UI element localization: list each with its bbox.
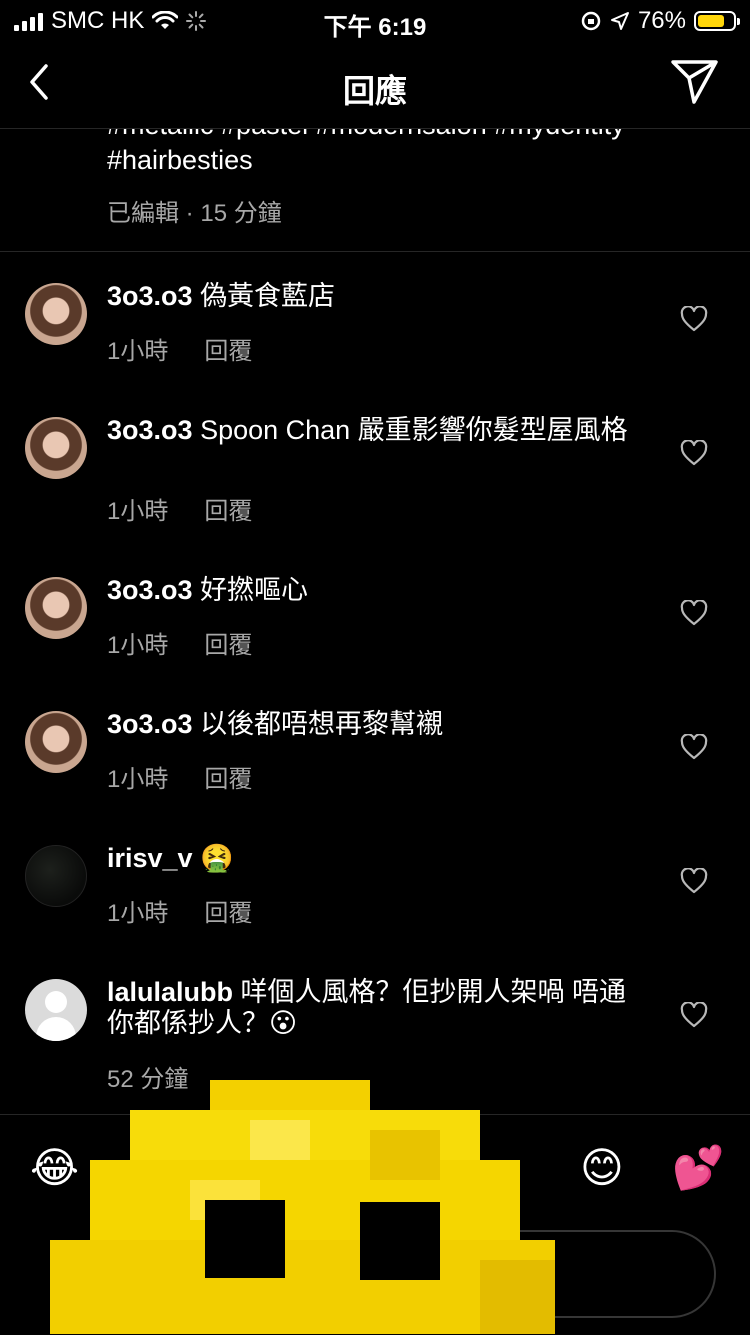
comment-time: 1小時 [107,900,169,927]
reply-button[interactable]: 回覆 [204,331,252,366]
status-bar: SMC HK 下午 6:19 76% [0,0,750,44]
battery-percent: 76% [637,7,686,34]
heart-icon[interactable] [680,734,708,760]
comment-time: 1小時 [107,338,169,365]
comment-text: 偽黃食藍店 [200,281,336,311]
battery-level [698,15,724,27]
comment-time: 1小時 [107,632,169,659]
comment-username[interactable]: 3o3.o3 [107,415,193,445]
heart-icon[interactable] [680,306,708,332]
avatar[interactable] [25,417,87,479]
nav-bar: 回應 [0,44,750,129]
pixelated-emoji-overlay [50,1080,555,1334]
avatar[interactable] [25,979,87,1041]
reply-button[interactable]: 回覆 [204,893,252,928]
edited-label: 已編輯 [107,200,179,227]
emoji-quick-reply[interactable]: 😊 [580,1142,624,1194]
avatar[interactable] [25,283,87,345]
comment-text: 好撚嘔心 [200,575,309,605]
battery-icon [694,11,740,31]
caption-meta: 已編輯 · 15 分鐘 [107,200,282,227]
paper-plane-icon[interactable] [670,58,720,106]
comment-username[interactable]: 3o3.o3 [107,281,193,311]
reply-button[interactable]: 回覆 [204,759,252,794]
emoji-quick-reply[interactable]: 💕 [672,1142,724,1194]
reply-button[interactable]: 回覆 [204,625,252,660]
comment-username[interactable]: lalulalubb [107,977,233,1007]
avatar[interactable] [25,577,87,639]
comment-time: 1小時 [107,498,169,525]
caption-hashtags-line2[interactable]: #hairbesties [107,143,625,178]
comment-username[interactable]: 3o3.o3 [107,709,193,739]
heart-icon[interactable] [680,600,708,626]
avatar[interactable] [25,711,87,773]
page-title: 回應 [342,73,407,109]
comment-time: 1小時 [107,766,169,793]
comment-text: Spoon Chan 嚴重影響你髮型屋風格 [200,415,628,445]
divider [0,251,750,252]
comment-text: 🤮 [200,843,234,873]
avatar[interactable] [25,845,87,907]
heart-icon[interactable] [680,440,708,466]
comment-username[interactable]: irisv_v [107,843,193,873]
heart-icon[interactable] [680,868,708,894]
caption-time: 15 分鐘 [200,200,282,227]
comment-username[interactable]: 3o3.o3 [107,575,193,605]
comment-text: 以後都唔想再黎幫襯 [200,709,444,739]
location-arrow-icon [610,12,629,30]
reply-button[interactable]: 回覆 [204,491,252,526]
heart-icon[interactable] [680,1002,708,1028]
rotation-lock-icon [581,11,601,31]
